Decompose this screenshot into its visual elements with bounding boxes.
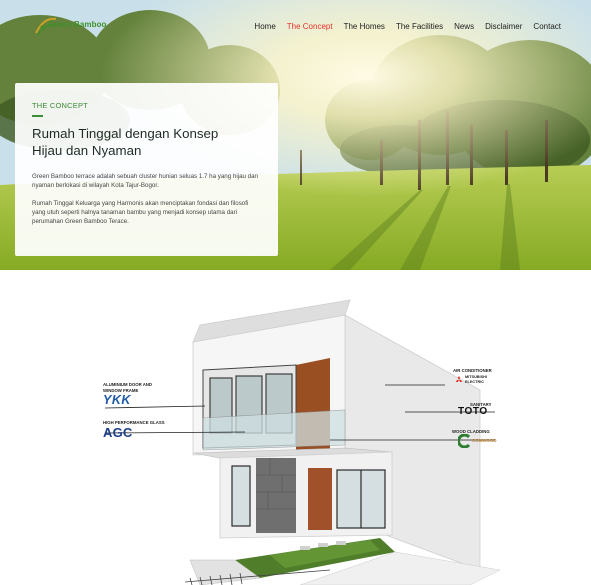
nav-disclaimer[interactable]: Disclaimer [485,22,522,31]
nav-the-homes[interactable]: The Homes [344,22,385,31]
concept-paragraph-1: Green Bamboo terrace adalah sebuah clust… [32,173,258,190]
aluminium-label: ALUMINIUM DOOR AND WINDOW FRAME [103,382,152,393]
concept-card: THE CONCEPT Rumah Tinggal dengan Konsep … [15,83,278,256]
nav-news[interactable]: News [454,22,474,31]
mitsubishi-brand: MITSUBISHI ELECTRIC [455,375,487,384]
mitsubishi-logo-icon [455,376,463,382]
aluminium-label-line2: WINDOW FRAME [103,387,139,393]
toto-brand: TOTO [458,406,488,417]
conwood-text: CONWOOD [472,438,497,443]
nav-contact[interactable]: Contact [533,22,561,31]
conwood-logo-icon [458,434,471,448]
logo-text[interactable]: Green Bamboo [48,20,107,29]
mitsubishi-line1: MITSUBISHI [465,375,487,379]
concept-title-line2: Hijau dan Nyaman [32,143,142,158]
eyebrow-divider [32,115,43,117]
ykk-brand: YKK [103,393,131,407]
concept-eyebrow: THE CONCEPT [32,101,88,110]
agc-brand: AGC [103,425,133,440]
house-illustration: ALUMINIUM DOOR AND WINDOW FRAME YKK HIGH… [0,270,591,585]
nav-the-concept[interactable]: The Concept [287,22,333,31]
mitsubishi-line2: ELECTRIC [465,379,484,384]
aluminium-label-line1: ALUMINIUM DOOR AND [103,382,153,387]
hero-banner: Green Bamboo Home The Concept The Homes … [0,0,591,270]
main-nav: Home The Concept The Homes The Facilitie… [254,22,561,31]
house-render-image [104,299,501,585]
nav-home[interactable]: Home [254,22,275,31]
concept-title: Rumah Tinggal dengan Konsep Hijau dan Ny… [32,125,261,159]
nav-the-facilities[interactable]: The Facilities [396,22,443,31]
concept-title-line1: Rumah Tinggal dengan Konsep [32,126,219,141]
concept-paragraph-2: Rumah Tinggal Keluarga yang Harmonis aka… [32,199,249,226]
aircon-label: AIR CONDITIONER [453,368,492,373]
